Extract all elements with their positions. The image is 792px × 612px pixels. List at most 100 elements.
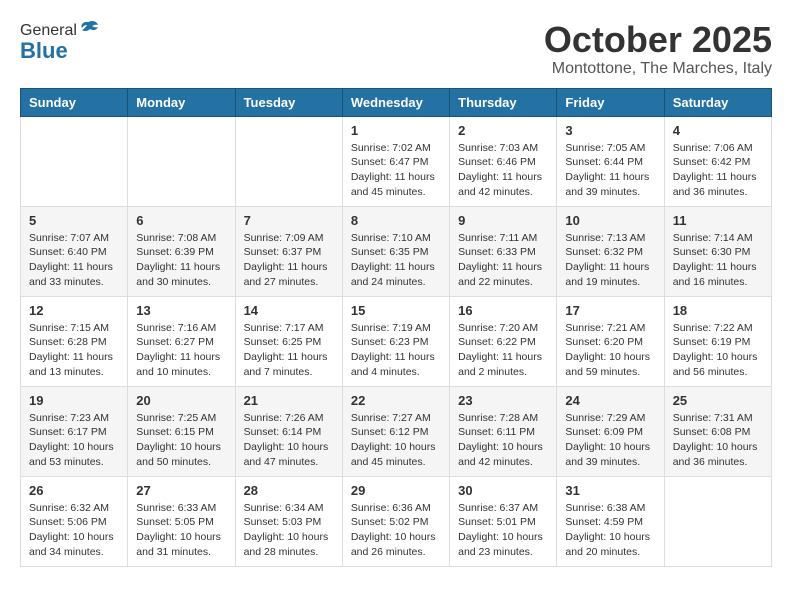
- location-subtitle: Montottone, The Marches, Italy: [544, 60, 772, 78]
- calendar-cell: 23Sunrise: 7:28 AM Sunset: 6:11 PM Dayli…: [450, 386, 557, 476]
- day-info: Sunrise: 7:31 AM Sunset: 6:08 PM Dayligh…: [673, 411, 763, 470]
- day-number: 25: [673, 393, 763, 408]
- day-info: Sunrise: 7:29 AM Sunset: 6:09 PM Dayligh…: [565, 411, 655, 470]
- day-info: Sunrise: 7:08 AM Sunset: 6:39 PM Dayligh…: [136, 231, 226, 290]
- day-number: 3: [565, 123, 655, 138]
- calendar-cell: 30 Sunrise: 6:37 AM Sunset: 5:01 PM Dayli…: [450, 476, 557, 566]
- calendar-cell: 19 Sunrise: 7:23 AM Sunset: 6:17 PM Dayli…: [21, 386, 128, 476]
- calendar-week-row: 12 Sunrise: 7:15 AM Sunset: 6:28 PM Dayli…: [21, 296, 772, 386]
- day-number: 18: [673, 303, 763, 318]
- weekday-header-sunday: Sunday: [21, 88, 128, 116]
- weekday-header-wednesday: Wednesday: [342, 88, 449, 116]
- day-info: Sunrise: 7:23 AM Sunset: 6:17 PM Dayligh…: [29, 411, 119, 470]
- calendar-cell: 24 Sunrise: 7:29 AM Sunset: 6:09 PM Dayli…: [557, 386, 664, 476]
- day-info: Sunrise: 7:27 AM Sunset: 6:12 PM Dayligh…: [351, 411, 441, 470]
- calendar-cell: 22 Sunrise: 7:27 AM Sunset: 6:12 PM Dayli…: [342, 386, 449, 476]
- calendar-week-row: 26 Sunrise: 6:32 AM Sunset: 5:06 PM Dayli…: [21, 476, 772, 566]
- day-number: 29: [351, 483, 441, 498]
- calendar-cell: 5Sunrise: 7:07 AM Sunset: 6:40 PM Daylig…: [21, 206, 128, 296]
- calendar-cell: [128, 116, 235, 206]
- day-number: 14: [244, 303, 334, 318]
- calendar-week-row: 1 Sunrise: 7:02 AM Sunset: 6:47 PM Daylig…: [21, 116, 772, 206]
- calendar-cell: 21Sunrise: 7:26 AM Sunset: 6:14 PM Dayli…: [235, 386, 342, 476]
- calendar-week-row: 5Sunrise: 7:07 AM Sunset: 6:40 PM Daylig…: [21, 206, 772, 296]
- logo-bird-icon: [79, 20, 99, 38]
- calendar-cell: [235, 116, 342, 206]
- day-info: Sunrise: 6:34 AM Sunset: 5:03 PM Dayligh…: [244, 501, 334, 560]
- weekday-header-saturday: Saturday: [664, 88, 771, 116]
- day-info: Sunrise: 7:22 AM Sunset: 6:19 PM Dayligh…: [673, 321, 763, 380]
- day-info: Sunrise: 7:20 AM Sunset: 6:22 PM Dayligh…: [458, 321, 548, 380]
- day-number: 17: [565, 303, 655, 318]
- calendar-cell: 4 Sunrise: 7:06 AM Sunset: 6:42 PM Daylig…: [664, 116, 771, 206]
- weekday-header-friday: Friday: [557, 88, 664, 116]
- day-info: Sunrise: 6:38 AM Sunset: 4:59 PM Dayligh…: [565, 501, 655, 560]
- calendar-cell: 11 Sunrise: 7:14 AM Sunset: 6:30 PM Dayli…: [664, 206, 771, 296]
- calendar-header-row: SundayMondayTuesdayWednesdayThursdayFrid…: [21, 88, 772, 116]
- calendar-cell: 6 Sunrise: 7:08 AM Sunset: 6:39 PM Daylig…: [128, 206, 235, 296]
- calendar-cell: 16Sunrise: 7:20 AM Sunset: 6:22 PM Dayli…: [450, 296, 557, 386]
- day-info: Sunrise: 7:16 AM Sunset: 6:27 PM Dayligh…: [136, 321, 226, 380]
- day-number: 30: [458, 483, 548, 498]
- day-info: Sunrise: 7:02 AM Sunset: 6:47 PM Dayligh…: [351, 141, 441, 200]
- day-number: 31: [565, 483, 655, 498]
- calendar-cell: 14Sunrise: 7:17 AM Sunset: 6:25 PM Dayli…: [235, 296, 342, 386]
- day-number: 22: [351, 393, 441, 408]
- day-info: Sunrise: 7:21 AM Sunset: 6:20 PM Dayligh…: [565, 321, 655, 380]
- calendar-cell: 13 Sunrise: 7:16 AM Sunset: 6:27 PM Dayli…: [128, 296, 235, 386]
- day-number: 4: [673, 123, 763, 138]
- day-number: 19: [29, 393, 119, 408]
- day-number: 12: [29, 303, 119, 318]
- calendar-cell: 31 Sunrise: 6:38 AM Sunset: 4:59 PM Dayli…: [557, 476, 664, 566]
- calendar-cell: 12 Sunrise: 7:15 AM Sunset: 6:28 PM Dayli…: [21, 296, 128, 386]
- calendar-cell: 1 Sunrise: 7:02 AM Sunset: 6:47 PM Daylig…: [342, 116, 449, 206]
- day-number: 28: [244, 483, 334, 498]
- day-info: Sunrise: 7:03 AM Sunset: 6:46 PM Dayligh…: [458, 141, 548, 200]
- day-number: 1: [351, 123, 441, 138]
- day-info: Sunrise: 6:32 AM Sunset: 5:06 PM Dayligh…: [29, 501, 119, 560]
- day-number: 6: [136, 213, 226, 228]
- calendar-cell: 10Sunrise: 7:13 AM Sunset: 6:32 PM Dayli…: [557, 206, 664, 296]
- calendar-cell: 25 Sunrise: 7:31 AM Sunset: 6:08 PM Dayli…: [664, 386, 771, 476]
- day-info: Sunrise: 6:33 AM Sunset: 5:05 PM Dayligh…: [136, 501, 226, 560]
- day-info: Sunrise: 6:36 AM Sunset: 5:02 PM Dayligh…: [351, 501, 441, 560]
- day-number: 7: [244, 213, 334, 228]
- day-info: Sunrise: 7:05 AM Sunset: 6:44 PM Dayligh…: [565, 141, 655, 200]
- month-title: October 2025: [544, 20, 772, 60]
- calendar-week-row: 19 Sunrise: 7:23 AM Sunset: 6:17 PM Dayli…: [21, 386, 772, 476]
- calendar-cell: 15Sunrise: 7:19 AM Sunset: 6:23 PM Dayli…: [342, 296, 449, 386]
- calendar-cell: 26 Sunrise: 6:32 AM Sunset: 5:06 PM Dayli…: [21, 476, 128, 566]
- day-number: 27: [136, 483, 226, 498]
- day-info: Sunrise: 7:15 AM Sunset: 6:28 PM Dayligh…: [29, 321, 119, 380]
- calendar-cell: 9Sunrise: 7:11 AM Sunset: 6:33 PM Daylig…: [450, 206, 557, 296]
- day-number: 21: [244, 393, 334, 408]
- calendar-cell: 17 Sunrise: 7:21 AM Sunset: 6:20 PM Dayli…: [557, 296, 664, 386]
- day-number: 5: [29, 213, 119, 228]
- calendar-cell: [664, 476, 771, 566]
- calendar-cell: 2 Sunrise: 7:03 AM Sunset: 6:46 PM Daylig…: [450, 116, 557, 206]
- calendar-cell: [21, 116, 128, 206]
- calendar-cell: 7 Sunrise: 7:09 AM Sunset: 6:37 PM Daylig…: [235, 206, 342, 296]
- day-info: Sunrise: 7:14 AM Sunset: 6:30 PM Dayligh…: [673, 231, 763, 290]
- logo: General Blue: [20, 20, 99, 64]
- day-number: 11: [673, 213, 763, 228]
- day-info: Sunrise: 7:10 AM Sunset: 6:35 PM Dayligh…: [351, 231, 441, 290]
- day-number: 24: [565, 393, 655, 408]
- day-number: 26: [29, 483, 119, 498]
- day-info: Sunrise: 7:25 AM Sunset: 6:15 PM Dayligh…: [136, 411, 226, 470]
- weekday-header-monday: Monday: [128, 88, 235, 116]
- calendar-cell: 18 Sunrise: 7:22 AM Sunset: 6:19 PM Dayli…: [664, 296, 771, 386]
- day-info: Sunrise: 6:37 AM Sunset: 5:01 PM Dayligh…: [458, 501, 548, 560]
- weekday-header-tuesday: Tuesday: [235, 88, 342, 116]
- calendar-cell: 8 Sunrise: 7:10 AM Sunset: 6:35 PM Daylig…: [342, 206, 449, 296]
- day-number: 2: [458, 123, 548, 138]
- day-info: Sunrise: 7:06 AM Sunset: 6:42 PM Dayligh…: [673, 141, 763, 200]
- day-number: 13: [136, 303, 226, 318]
- day-number: 8: [351, 213, 441, 228]
- day-info: Sunrise: 7:09 AM Sunset: 6:37 PM Dayligh…: [244, 231, 334, 290]
- day-info: Sunrise: 7:19 AM Sunset: 6:23 PM Dayligh…: [351, 321, 441, 380]
- day-info: Sunrise: 7:28 AM Sunset: 6:11 PM Dayligh…: [458, 411, 548, 470]
- calendar-cell: 29 Sunrise: 6:36 AM Sunset: 5:02 PM Dayli…: [342, 476, 449, 566]
- day-number: 20: [136, 393, 226, 408]
- calendar-cell: 28 Sunrise: 6:34 AM Sunset: 5:03 PM Dayli…: [235, 476, 342, 566]
